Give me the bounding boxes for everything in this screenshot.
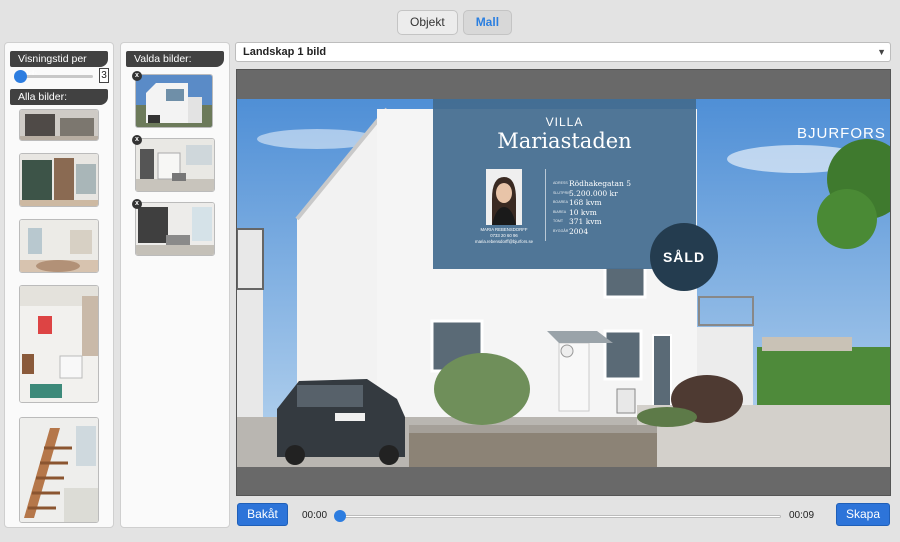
agent-portrait [486,169,522,225]
fact-row: SLUTPRIS 5.200.000 kr [553,189,631,199]
time-end: 00:09 [789,510,815,521]
template-select-value: Landskap 1 bild [243,46,327,58]
fact-row: BOAREA 168 kvm [553,198,631,208]
preview-slide: VILLA Mariastaden MARIA REBENSDORFF 0733… [237,99,890,467]
selected-images-panel: Valda bilder: x x x [120,42,230,528]
all-images-panel: Visningstid per bild: 3 Alla bilder: [4,42,114,528]
image-thumbnail[interactable] [19,219,99,273]
agent-contact: MARIA REBENSDORFF 0733 20 60 96 maria.re… [469,227,539,245]
tab-objekt[interactable]: Objekt [397,10,458,35]
fact-value: 371 kvm [569,217,602,227]
fact-key: ADRESS [553,181,568,185]
preview-area: VILLA Mariastaden MARIA REBENSDORFF 0733… [236,69,891,496]
slider-thumb[interactable] [14,70,27,83]
display-time-header: Visningstid per bild: [10,51,108,81]
property-facts: ADRESS Rödhakegatan 5 SLUTPRIS 5.200.000 k… [553,179,631,237]
agent-email: maria.rebensdorff@bjurfors.se [474,239,534,244]
fact-value: 10 kvm [569,207,597,217]
sold-badge: SÅLD [650,223,718,291]
fact-value: 5.200.000 kr [569,188,618,198]
brand-logo: BJURFORS [797,125,886,142]
selected-image-thumbnail[interactable] [135,202,215,256]
chevron-down-icon: ▼ [877,47,886,57]
image-thumbnail[interactable] [19,285,99,403]
mode-tabs: Objekt Mall [397,10,513,35]
template-select[interactable]: Landskap 1 bild ▼ [235,42,891,62]
image-thumbnail[interactable] [19,417,99,523]
create-button[interactable]: Skapa [836,503,890,526]
image-thumbnail[interactable] [19,153,99,207]
remove-image-button[interactable]: x [132,135,142,145]
timeline-track[interactable] [336,515,781,518]
tab-mall[interactable]: Mall [462,10,513,35]
fact-row: ADRESS Rödhakegatan 5 [553,179,631,189]
fact-value: 2004 [569,226,589,236]
street-title: Mariastaden [497,129,632,153]
selected-image-thumbnail[interactable] [135,138,215,192]
remove-image-button[interactable]: x [132,71,142,81]
selected-images-header: Valda bilder: [126,51,224,67]
fact-value: Rödhakegatan 5 [569,179,631,188]
display-time-value: 3 [99,68,109,83]
selected-image-thumbnail[interactable] [135,74,213,128]
remove-image-button[interactable]: x [132,199,142,209]
fact-row: TOMT 371 kvm [553,217,631,227]
display-time-slider[interactable]: 3 [13,68,109,84]
fact-value: 168 kvm [569,198,602,208]
time-start: 00:00 [302,510,328,521]
all-images-header: Alla bilder: [10,89,108,105]
divider [545,169,546,241]
fact-key: SLUTPRIS [553,190,571,195]
back-button[interactable]: Bakåt [237,503,288,526]
fact-key: BOAREA [553,200,568,205]
slider-track [17,75,93,78]
image-thumbnail[interactable] [19,109,99,141]
property-type-label: VILLA [545,115,584,129]
fact-row: BYGGÅR 2004 [553,227,631,237]
fact-row: BIAREA 10 kvm [553,208,631,218]
timeline-thumb[interactable] [334,510,346,522]
fact-key: BYGGÅR [553,228,569,233]
fact-key: TOMT [553,219,564,224]
fact-key: BIAREA [553,209,567,214]
